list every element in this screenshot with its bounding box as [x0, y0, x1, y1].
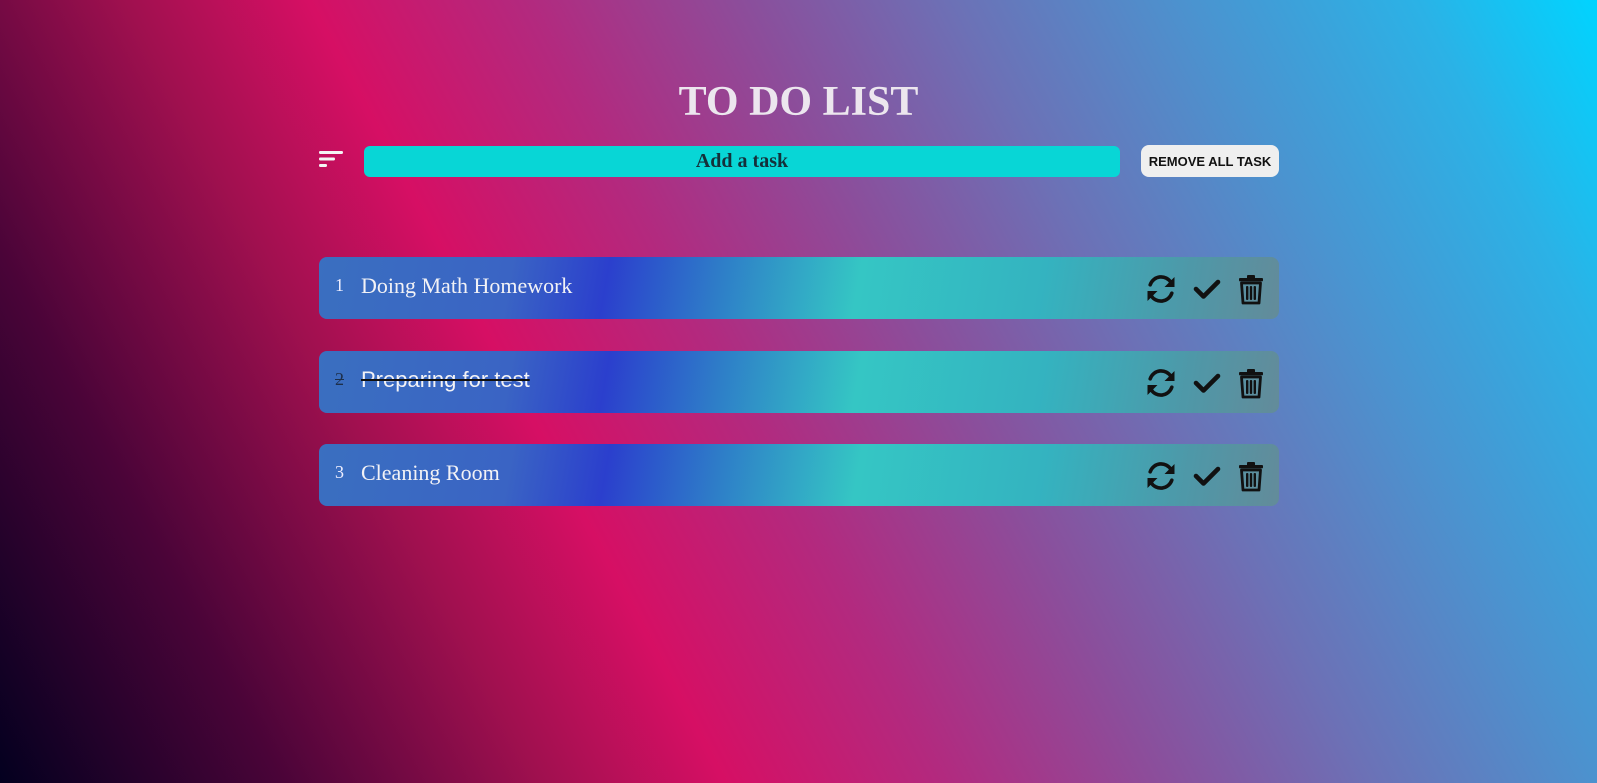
task-text[interactable]: Doing Math Homework [361, 273, 572, 299]
task-number: 3 [335, 462, 344, 482]
add-task-input[interactable] [364, 146, 1120, 177]
sync-icon[interactable] [1145, 367, 1177, 399]
task-item: 1 Doing Math Homework [319, 257, 1279, 319]
task-number: 1 [335, 275, 344, 295]
task-text[interactable]: Cleaning Room [361, 460, 500, 486]
sync-icon[interactable] [1145, 460, 1177, 492]
check-icon[interactable] [1191, 273, 1223, 305]
task-item: 3 Cleaning Room [319, 444, 1279, 506]
trash-icon[interactable] [1235, 460, 1267, 492]
page-title: TO DO LIST [678, 79, 919, 125]
remove-all-task-button[interactable]: REMOVE ALL TASK [1141, 145, 1279, 177]
sort-lines-icon[interactable] [319, 150, 343, 168]
trash-icon[interactable] [1235, 273, 1267, 305]
check-icon[interactable] [1191, 367, 1223, 399]
task-text[interactable]: Preparing for test [361, 367, 530, 393]
task-item: 2 Preparing for test [319, 351, 1279, 413]
trash-icon[interactable] [1235, 367, 1267, 399]
sync-icon[interactable] [1145, 273, 1177, 305]
check-icon[interactable] [1191, 460, 1223, 492]
task-number: 2 [335, 369, 344, 389]
